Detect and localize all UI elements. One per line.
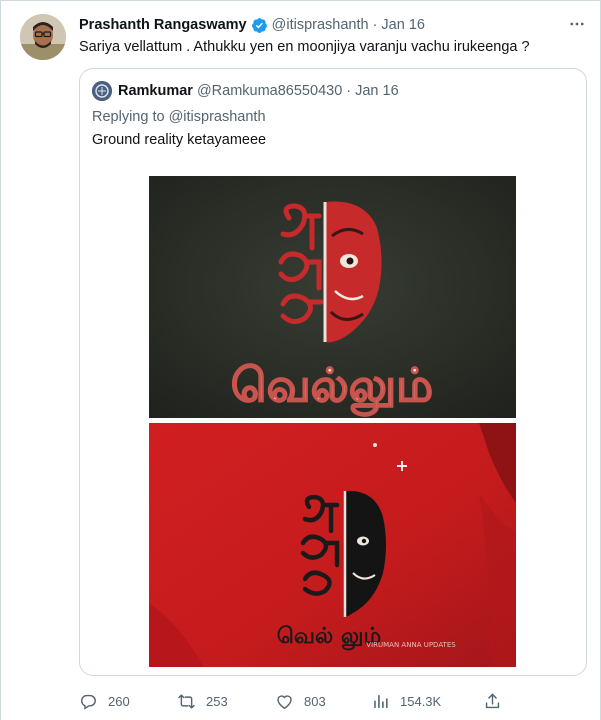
views-icon	[374, 694, 388, 708]
views-button[interactable]: 154.3K	[371, 689, 441, 713]
reply-icon	[80, 694, 96, 710]
tweet-card[interactable]: Prashanth Rangaswamy @itisprashanth · Ja…	[0, 0, 601, 720]
share-icon	[485, 693, 500, 708]
tweet-date[interactable]: Jan 16	[381, 17, 425, 33]
wall-mural-text: வெல்லும்	[231, 358, 433, 416]
like-button[interactable]: 803	[275, 689, 326, 713]
share-button[interactable]	[483, 689, 512, 713]
quoted-tweet[interactable]: Ramkumar @Ramkuma86550430 · Jan 16 Reply…	[79, 68, 587, 676]
quoted-author-handle: @Ramkuma86550430	[196, 83, 343, 99]
reply-button[interactable]: 260	[79, 689, 130, 713]
tweet-text: Sariya vellattum . Athukku yen en moonji…	[79, 39, 530, 55]
reply-count: 260	[108, 693, 130, 709]
author-avatar[interactable]	[20, 14, 66, 60]
retweet-button[interactable]: 253	[177, 689, 228, 713]
like-icon	[277, 694, 292, 709]
retweet-count: 253	[206, 693, 228, 709]
quoted-separator-dot: ·	[346, 83, 352, 99]
quoted-tweet-header: Ramkumar @Ramkuma86550430 · Jan 16	[92, 81, 399, 101]
retweet-icon	[178, 693, 195, 709]
more-icon[interactable]	[566, 13, 588, 35]
like-count: 803	[304, 693, 326, 709]
verified-icon	[251, 17, 268, 34]
replying-to: Replying to @itisprashanth	[92, 109, 266, 125]
quoted-author-name: Ramkumar	[118, 83, 193, 99]
quoted-author-avatar	[92, 81, 112, 101]
separator-dot: ·	[372, 17, 378, 33]
tweet-actions: 260 253 803 154.3K	[79, 689, 509, 713]
media-image-tshirt[interactable]: வெல் லும் VIRUMAN ANNA UPDATES	[149, 423, 516, 667]
views-count: 154.3K	[400, 693, 442, 709]
watermark-text: VIRUMAN ANNA UPDATES	[366, 641, 456, 649]
replying-to-prefix: Replying to	[92, 109, 169, 125]
author-handle[interactable]: @itisprashanth	[272, 17, 369, 33]
author-name[interactable]: Prashanth Rangaswamy	[79, 17, 247, 33]
quoted-tweet-date: Jan 16	[355, 83, 399, 99]
media-image-wall-mural[interactable]: வெல்லும்	[149, 176, 516, 418]
quoted-tweet-text: Ground reality ketayameee	[92, 132, 267, 148]
tweet-header: Prashanth Rangaswamy @itisprashanth · Ja…	[79, 15, 586, 35]
replying-to-mention: @itisprashanth	[168, 109, 266, 125]
